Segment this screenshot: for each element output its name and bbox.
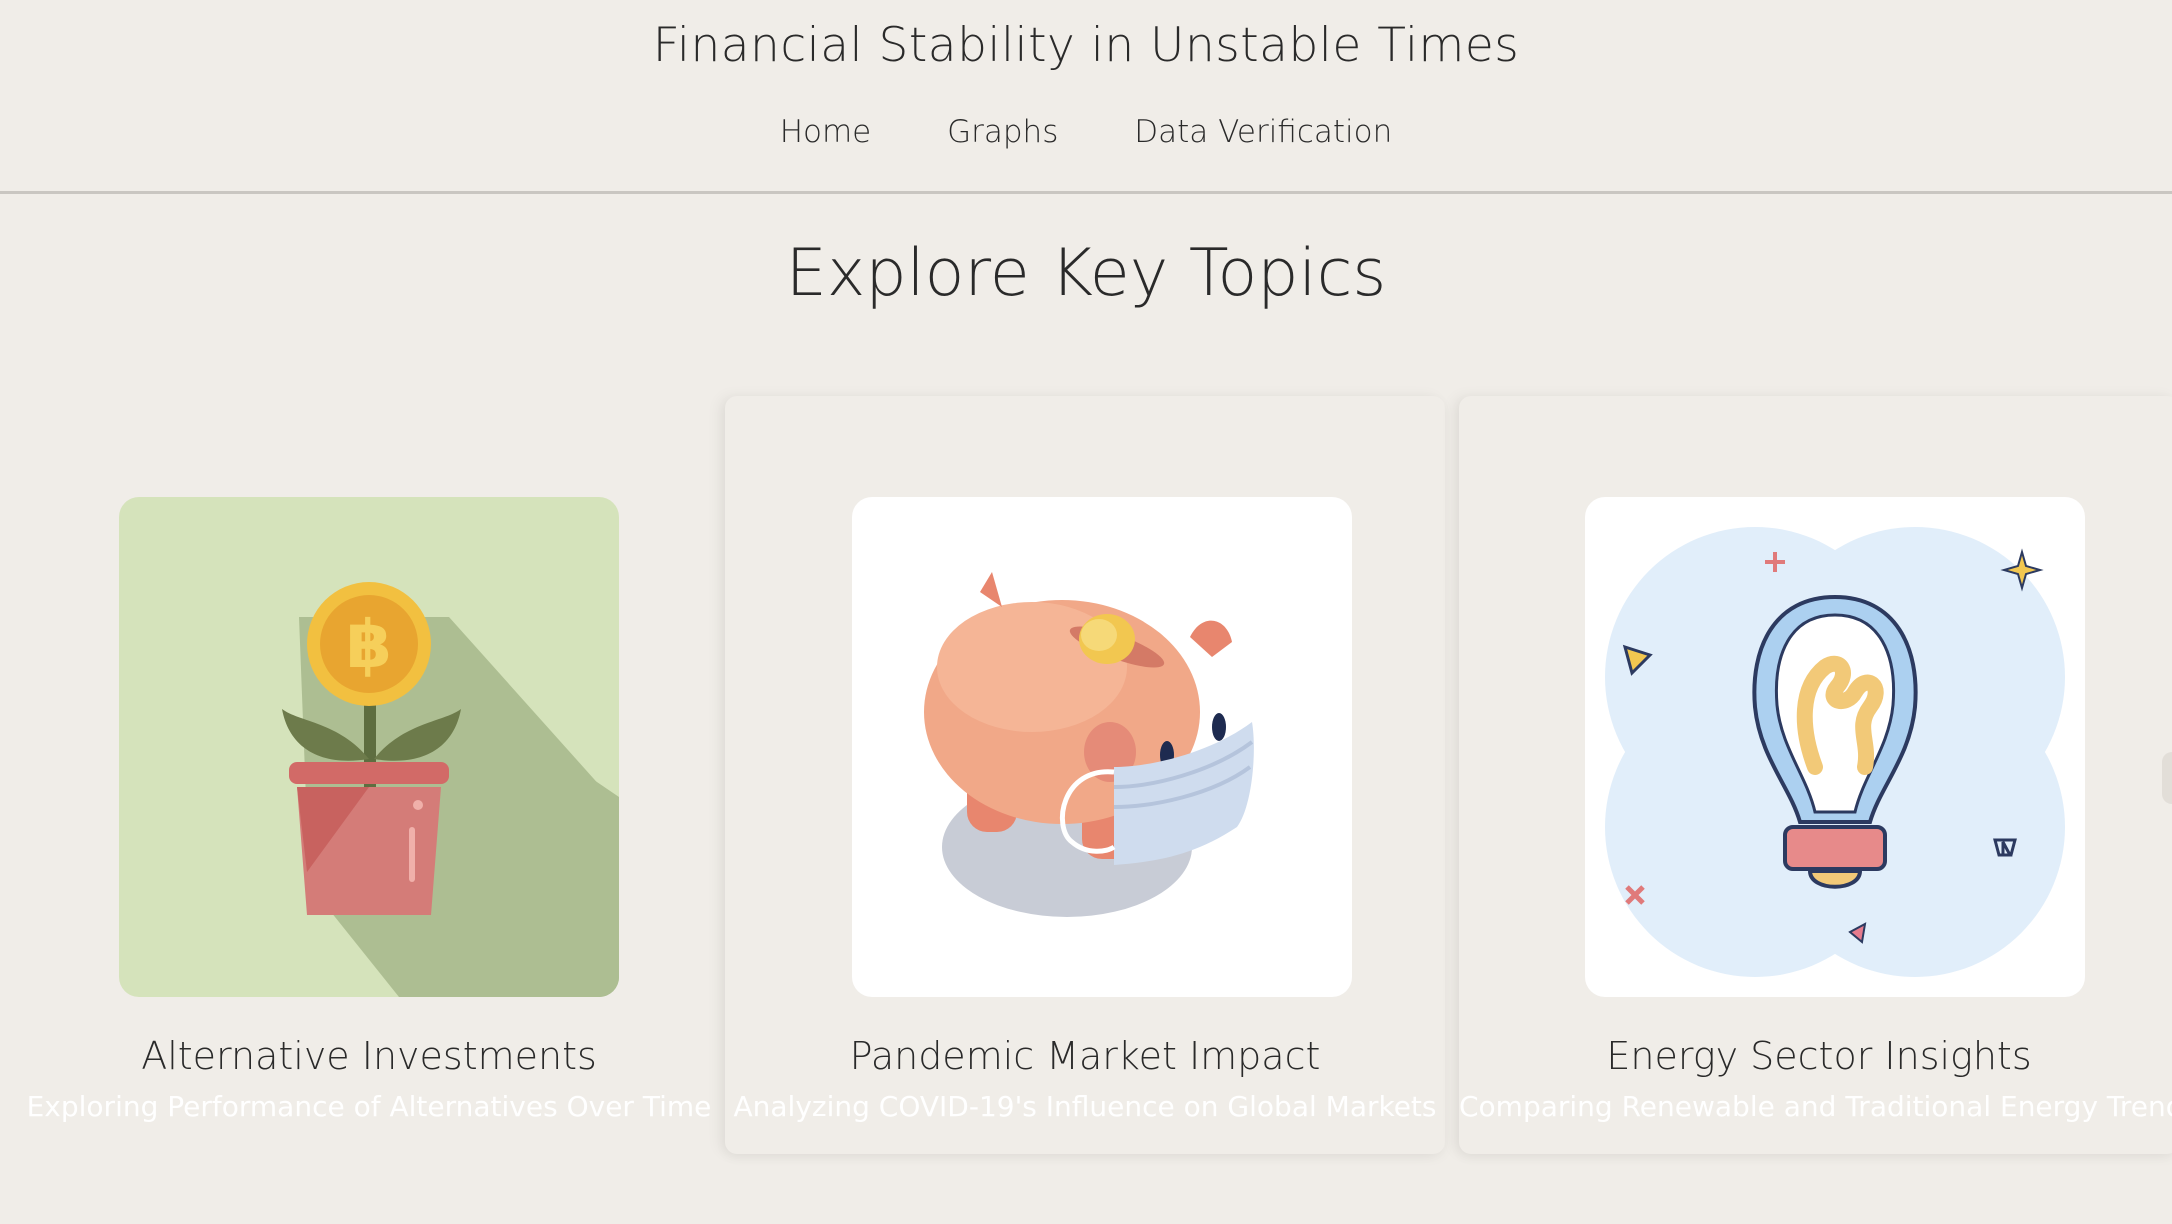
masked-piggy-bank-icon xyxy=(852,497,1352,997)
svg-text:฿: ฿ xyxy=(346,606,392,683)
topic-card-energy-sector-insights[interactable]: Energy Sector Insights Comparing Renewab… xyxy=(1459,396,2172,1154)
card-image xyxy=(1585,497,2085,997)
carousel-next-handle[interactable] xyxy=(2162,752,2172,804)
nav-graphs-link[interactable]: Graphs xyxy=(947,114,1058,150)
main-nav: Home Graphs Data Verification xyxy=(0,114,2172,150)
nav-home-link[interactable]: Home xyxy=(780,114,872,150)
nav-data-verification-link[interactable]: Data Verification xyxy=(1134,114,1392,150)
section-title: Explore Key Topics xyxy=(785,236,1387,311)
card-image: ฿ xyxy=(119,497,619,997)
lightbulb-icon xyxy=(1585,497,2085,997)
topic-card-pandemic-market-impact[interactable]: Pandemic Market Impact Analyzing COVID-1… xyxy=(725,396,1445,1154)
bitcoin-plant-icon: ฿ xyxy=(119,497,619,997)
card-subtitle: Exploring Performance of Alternatives Ov… xyxy=(26,1090,712,1123)
site-title: Financial Stability in Unstable Times xyxy=(652,18,1520,73)
card-subtitle: Comparing Renewable and Traditional Ener… xyxy=(1459,1090,2172,1123)
card-title: Alternative Investments xyxy=(141,1034,597,1078)
card-title: Energy Sector Insights xyxy=(1606,1034,2032,1078)
card-title: Pandemic Market Impact xyxy=(849,1034,1321,1078)
topic-card-alternative-investments[interactable]: ฿ Alternative Investments Exploring Perf… xyxy=(9,396,729,1154)
card-subtitle: Analyzing COVID-19's Influence on Global… xyxy=(733,1090,1437,1123)
site-header: Financial Stability in Unstable Times Ho… xyxy=(0,0,2172,194)
card-image xyxy=(852,497,1352,997)
